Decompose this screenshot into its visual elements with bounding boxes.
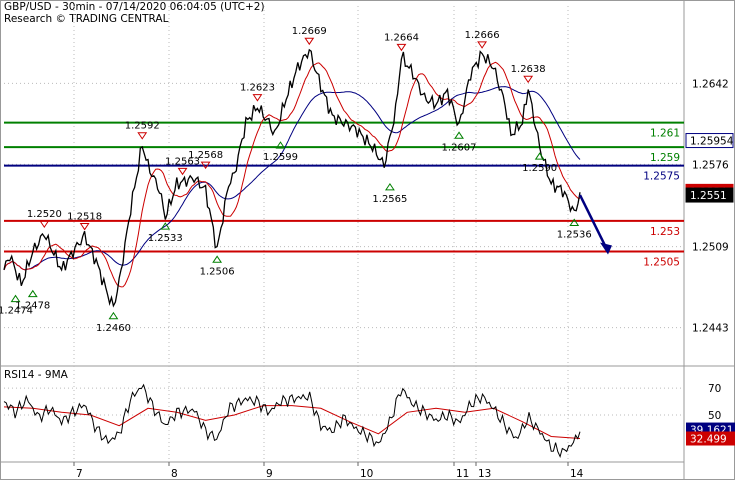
- rsi-tick-label: 50: [708, 410, 721, 422]
- swing-low-marker: [384, 182, 395, 191]
- time-tick-label: 9: [266, 468, 273, 480]
- swing-low-marker: [212, 255, 223, 263]
- swing-high-marker: [79, 223, 90, 231]
- swing-high-label: 1.2669: [292, 26, 327, 37]
- swing-low-label: 1.2533: [148, 233, 183, 244]
- price-tick-label: 1.2642: [692, 78, 729, 90]
- swing-high-label: 1.2568: [188, 150, 223, 161]
- price-tick-label: 1.2443: [692, 323, 729, 335]
- swing-high-marker: [252, 94, 263, 102]
- swing-low-label: 1.2506: [200, 266, 235, 277]
- price-tick-label: 1.2576: [692, 159, 729, 171]
- swing-high-label: 1.2592: [125, 121, 160, 132]
- projection-arrow-line: [578, 194, 610, 253]
- time-tick-label: 14: [570, 468, 584, 480]
- swing-high-label: 1.2623: [240, 83, 275, 94]
- swing-low-label: 1.2599: [263, 152, 298, 163]
- rsi-line: [3, 383, 581, 459]
- rsi-tag-label-ma: 32.499: [690, 434, 727, 446]
- chart-frame: [0, 0, 735, 480]
- swing-low-marker: [27, 289, 38, 298]
- swing-low-marker: [454, 131, 464, 139]
- time-tick-label: 8: [171, 468, 178, 480]
- rsi-tick-label: 70: [708, 383, 721, 395]
- rsi-panel-label: RSI14 - 9MA: [4, 369, 69, 381]
- fast-moving-average-line: [3, 61, 580, 288]
- time-tick-label: 7: [76, 468, 83, 480]
- price-tag-label-ref: 1.25954: [690, 136, 734, 148]
- swing-low-marker: [534, 152, 545, 160]
- swing-high-label: 1.2520: [27, 209, 62, 220]
- swing-low-label: 1.2478: [15, 301, 50, 312]
- swing-high-label: 1.2518: [67, 212, 102, 223]
- level-label-support: 1.261: [650, 128, 680, 140]
- level-label-resistance: 1.253: [650, 226, 680, 238]
- slow-moving-average-line: [3, 86, 581, 271]
- swing-high-marker: [396, 43, 407, 52]
- swing-high-marker: [39, 220, 50, 229]
- time-tick-label: 13: [478, 468, 491, 480]
- price-chart: 1.2611.2591.25751.2531.2505 1.24741.2478…: [0, 0, 735, 480]
- price-tag-label-current: 1.2551: [690, 190, 727, 202]
- time-tick-label: 10: [360, 468, 373, 480]
- swing-high-marker: [477, 41, 488, 49]
- swing-low-label: 1.2536: [557, 229, 592, 240]
- rsi-ma-line: [3, 405, 581, 439]
- swing-high-marker: [137, 132, 148, 140]
- level-label-resistance: 1.2505: [643, 257, 680, 269]
- swing-high-marker: [523, 75, 534, 84]
- level-label-pivot: 1.2575: [643, 171, 680, 183]
- swing-high-label: 1.2666: [465, 30, 500, 41]
- swing-low-label: 1.2460: [96, 323, 131, 334]
- swing-low-label: 1.2607: [442, 142, 477, 153]
- swing-low-label: 1.2590: [522, 163, 557, 174]
- time-tick-label: 11: [456, 468, 469, 480]
- swing-low-label: 1.2565: [372, 194, 407, 205]
- projection-arrow-head: [600, 242, 612, 255]
- level-label-support: 1.259: [650, 152, 680, 164]
- swing-high-label: 1.2664: [384, 32, 419, 43]
- swing-high-label: 1.2638: [511, 64, 546, 75]
- swing-high-marker: [177, 167, 188, 176]
- swing-high-marker: [304, 37, 315, 46]
- price-tick-label: 1.2509: [692, 242, 729, 254]
- swing-low-marker: [108, 311, 119, 320]
